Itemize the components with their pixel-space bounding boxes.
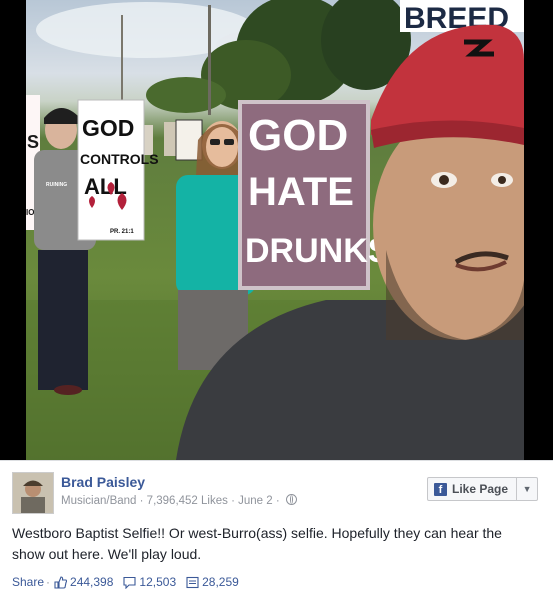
comment-icon — [123, 576, 136, 589]
page-likes-count: 7,396,452 Likes — [146, 495, 228, 507]
action-separator: · — [46, 575, 51, 589]
sign-ref: PR. 21:1 — [110, 229, 134, 235]
thumbs-up-icon — [54, 575, 68, 589]
globe-icon — [285, 494, 297, 505]
post-date-link[interactable]: June 2 — [238, 495, 273, 507]
like-page-label: Like Page — [452, 482, 509, 496]
post-caption: Westboro Baptist Selfie!! Or west-Burro(… — [12, 525, 502, 562]
comments-count[interactable]: 12,503 — [123, 575, 176, 589]
comments-value: 12,503 — [139, 575, 177, 589]
shares-count[interactable]: 28,259 — [186, 575, 239, 589]
share-icon — [186, 576, 199, 588]
facebook-post: S IO GOD CONTROLS ALL PR. 21:1 RUINING G… — [0, 0, 553, 606]
like-page-main[interactable]: f Like Page — [428, 478, 518, 500]
like-page-button[interactable]: f Like Page ▼ — [427, 477, 539, 501]
post-photo-frame: S IO GOD CONTROLS ALL PR. 21:1 RUINING G… — [0, 0, 553, 460]
share-link[interactable]: Share — [12, 575, 44, 589]
likes-count[interactable]: 244,398 — [54, 575, 113, 589]
post-actions: Share · 244,398 12,503 28,259 — [12, 575, 249, 589]
left-sign-text: S — [27, 132, 39, 152]
facebook-f-icon: f — [434, 482, 447, 496]
page-name-link[interactable]: Brad Paisley — [61, 474, 145, 490]
selfie-scene: S IO GOD CONTROLS ALL PR. 21:1 RUINING G… — [26, 0, 524, 460]
avatar-image — [13, 473, 53, 513]
post-meta: Musician/Band · 7,396,452 Likes · June 2… — [61, 494, 297, 507]
shares-value: 28,259 — [202, 575, 239, 589]
page-category: Musician/Band — [61, 495, 137, 507]
sign-controls: CONTROLS — [80, 151, 159, 167]
sign-god: GOD — [82, 115, 134, 141]
chevron-down-icon[interactable]: ▼ — [517, 478, 537, 500]
shirt-text: RUINING — [46, 182, 67, 188]
left-sign-text-2: IO — [26, 208, 34, 217]
sign-god-2: GOD — [248, 111, 348, 160]
sign-drunks: DRUNKS — [245, 232, 390, 270]
post-footer: Brad Paisley Musician/Band · 7,396,452 L… — [0, 460, 553, 606]
avatar[interactable] — [12, 472, 54, 514]
likes-value: 244,398 — [70, 575, 114, 589]
sign-hate: HATE — [248, 170, 354, 214]
post-photo[interactable]: S IO GOD CONTROLS ALL PR. 21:1 RUINING G… — [26, 0, 524, 460]
